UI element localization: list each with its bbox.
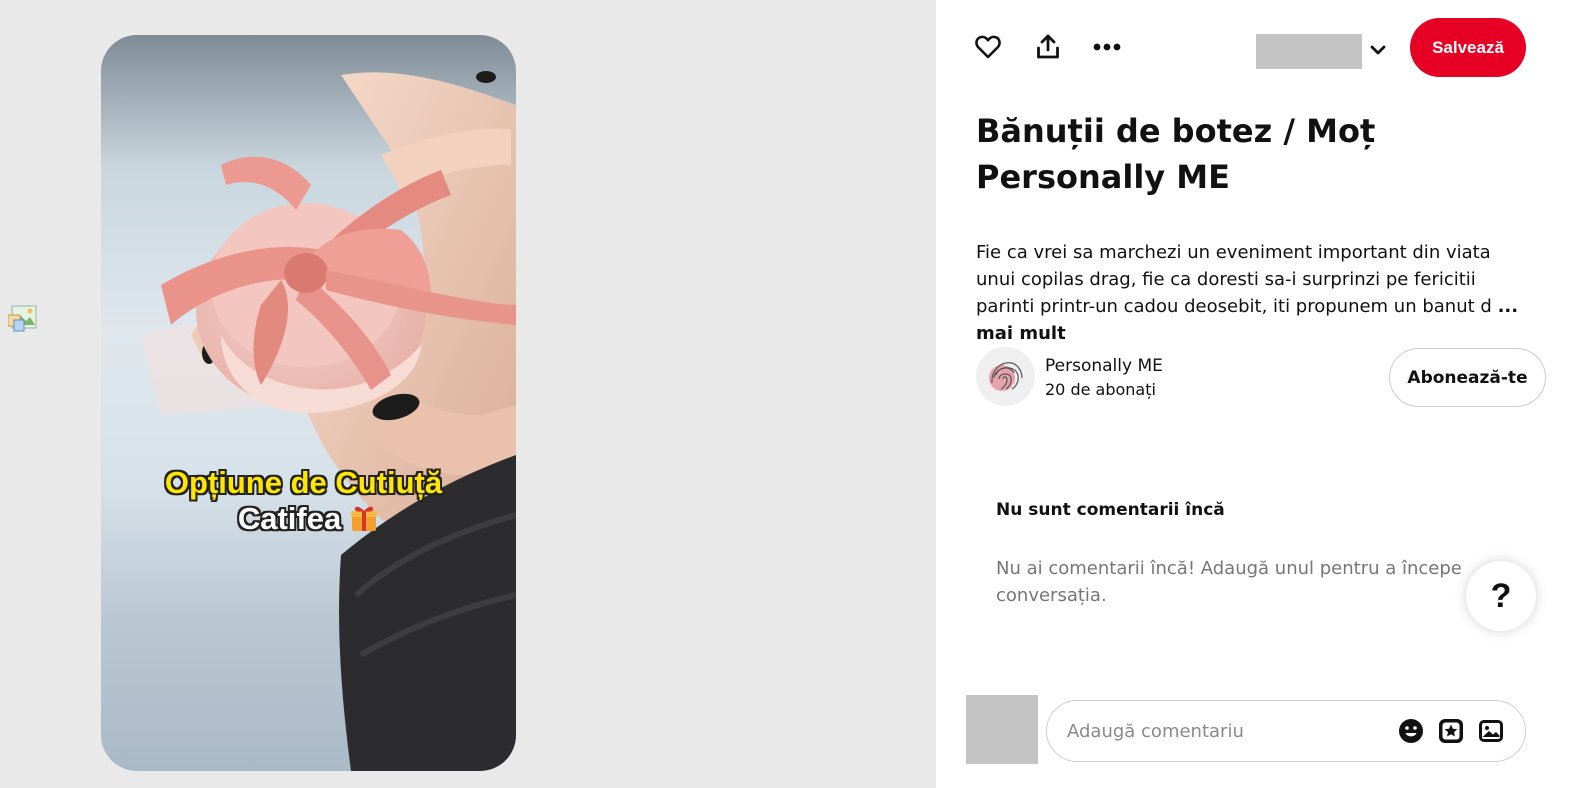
author-name[interactable]: Personally ME bbox=[1045, 356, 1163, 376]
user-avatar bbox=[966, 695, 1038, 764]
comment-input[interactable] bbox=[1067, 701, 1387, 761]
pin-detail-panel: Salvează Bănuții de botez / Moț Personal… bbox=[936, 0, 1580, 788]
video-caption: Opțiune de Cutiuță Catifea bbox=[101, 465, 516, 537]
media-area: Opțiune de Cutiuță Catifea bbox=[0, 0, 936, 788]
comments-empty-text: Nu ai comentarii încă! Adaugă unul pentr… bbox=[996, 558, 1462, 606]
share-button[interactable] bbox=[1032, 31, 1064, 63]
fingerprint-logo-icon bbox=[989, 362, 1023, 391]
more-icon bbox=[1093, 43, 1121, 51]
follow-button[interactable]: Abonează-te bbox=[1389, 348, 1546, 407]
more-options-button[interactable] bbox=[1091, 31, 1123, 63]
sticker-icon[interactable] bbox=[1438, 718, 1464, 744]
pin-media-image bbox=[141, 71, 516, 771]
share-icon bbox=[1037, 34, 1059, 59]
pin-video[interactable]: Opțiune de Cutiuță Catifea bbox=[101, 35, 516, 771]
comment-box bbox=[1046, 700, 1526, 762]
chevron-down-icon[interactable] bbox=[1366, 38, 1390, 62]
board-selector[interactable] bbox=[1256, 34, 1362, 69]
video-caption-line1: Opțiune de Cutiuță bbox=[164, 465, 443, 500]
video-caption-line2: Catifea bbox=[237, 501, 342, 536]
author-avatar[interactable] bbox=[976, 347, 1035, 406]
save-button[interactable]: Salvează bbox=[1410, 18, 1526, 77]
pin-title: Bănuții de botez / Moț Personally ME bbox=[976, 112, 1376, 196]
emoji-icon[interactable] bbox=[1398, 718, 1424, 744]
gift-icon bbox=[351, 506, 378, 531]
like-button[interactable] bbox=[972, 31, 1004, 63]
comments-heading: Nu sunt comentarii încă bbox=[996, 500, 1225, 520]
image-upload-icon[interactable] bbox=[1478, 718, 1504, 744]
follower-count: 20 de abonați bbox=[1045, 380, 1156, 399]
help-button[interactable]: ? bbox=[1466, 561, 1536, 631]
pin-description: Fie ca vrei sa marchezi un eveniment imp… bbox=[976, 239, 1532, 347]
video-caption-line2-wrap: Catifea bbox=[101, 501, 516, 537]
heart-icon bbox=[975, 35, 1001, 59]
image-thumbnail-icon[interactable] bbox=[8, 305, 37, 332]
pin-description-text: Fie ca vrei sa marchezi un eveniment imp… bbox=[976, 242, 1492, 317]
